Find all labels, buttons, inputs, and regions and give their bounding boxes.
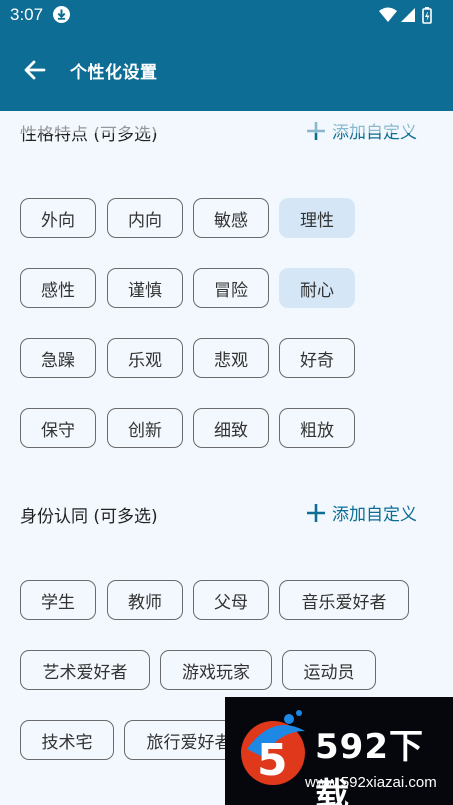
trait-chip[interactable]: 内向 [107,198,183,238]
watermark-badge: 5 592下载 www.592xiazai.com [225,697,453,805]
arrow-left-icon [24,60,46,80]
trait-chip[interactable]: 谨慎 [107,268,183,308]
brand-logo-icon: 5 [241,710,305,786]
identity-chip[interactable]: 技术宅 [20,720,114,760]
trait-chip[interactable]: 感性 [20,268,96,308]
trait-chip[interactable]: 细致 [193,408,269,448]
trait-chip[interactable]: 冒险 [193,268,269,308]
identity-chip[interactable]: 父母 [193,580,269,620]
signal-icon [401,8,415,22]
trait-chip-selected[interactable]: 耐心 [279,268,355,308]
trait-chip[interactable]: 外向 [20,198,96,238]
status-time: 3:07 [10,5,44,24]
identity-chip[interactable]: 艺术爱好者 [20,650,150,690]
trait-chip[interactable]: 悲观 [193,338,269,378]
trait-chip[interactable]: 创新 [107,408,183,448]
identity-chip[interactable]: 游戏玩家 [160,650,272,690]
trait-chip-selected[interactable]: 理性 [279,198,355,238]
watermark-url: www.592xiazai.com [305,774,437,791]
identity-chip[interactable]: 音乐爱好者 [279,580,409,620]
identity-chip[interactable]: 学生 [20,580,96,620]
plus-icon [307,503,325,522]
add-custom-identity-button[interactable]: 添加自定义 [306,500,417,525]
battery-icon [422,7,432,24]
app-bar: 个性化设置 [0,30,453,111]
page-title: 个性化设置 [70,63,158,83]
back-button[interactable] [20,55,50,85]
trait-chip[interactable]: 保守 [20,408,96,448]
status-bar: 3:07 [0,0,453,30]
identity-chip[interactable]: 运动员 [282,650,376,690]
download-icon [53,6,70,23]
svg-text:5: 5 [257,735,288,786]
watermark-brand: 592下载 [315,727,424,805]
identity-section-header: 身份认同 (可多选) 添加自定义 [20,499,433,529]
identity-chip[interactable]: 教师 [107,580,183,620]
trait-chip[interactable]: 乐观 [107,338,183,378]
identity-section-title: 身份认同 (可多选) [20,507,158,527]
trait-chip[interactable]: 敏感 [193,198,269,238]
trait-chip[interactable]: 粗放 [279,408,355,448]
add-custom-label: 添加自定义 [332,505,417,525]
status-icons [379,6,439,24]
wifi-icon [379,7,397,22]
trait-chip[interactable]: 好奇 [279,338,355,378]
trait-chip[interactable]: 急躁 [20,338,96,378]
